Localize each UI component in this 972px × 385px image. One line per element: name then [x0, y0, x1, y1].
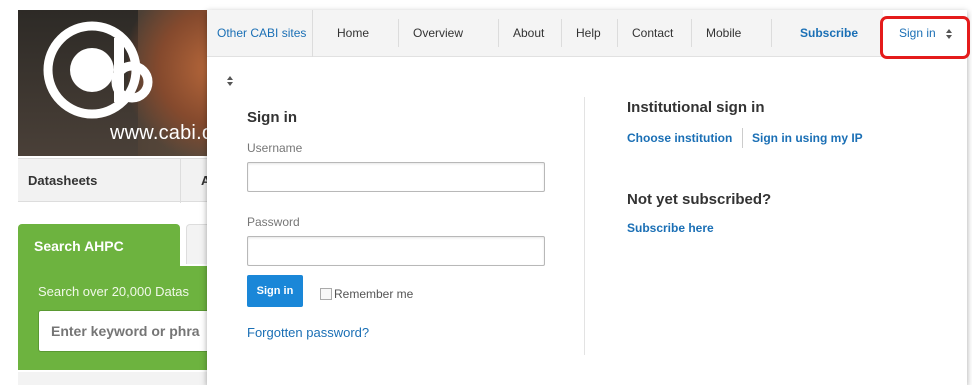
remember-me-checkbox[interactable]: [320, 288, 332, 300]
not-subscribed-title: Not yet subscribed?: [627, 191, 772, 208]
nav-home[interactable]: Home: [337, 10, 369, 57]
password-field[interactable]: [247, 236, 545, 266]
link-divider: [742, 128, 743, 148]
nav-divider: [691, 19, 692, 47]
nav-about[interactable]: About: [513, 10, 544, 57]
annotation-highlight-box: [880, 16, 970, 59]
signin-submit-button[interactable]: Sign in: [247, 275, 303, 307]
nav-subscribe[interactable]: Subscribe: [800, 10, 858, 57]
username-field[interactable]: [247, 162, 545, 192]
top-navigation: Other CABI sites Home Overview About Hel…: [207, 10, 967, 86]
nav-overview[interactable]: Overview: [413, 10, 463, 57]
signin-dropdown: Other CABI sites Home Overview About Hel…: [207, 10, 970, 385]
signin-title: Sign in: [247, 109, 297, 126]
search-tab[interactable]: Search AHPC: [18, 224, 180, 268]
remember-me-label: Remember me: [334, 287, 414, 301]
signin-by-ip-link[interactable]: Sign in using my IP: [752, 131, 863, 145]
forgotten-password-link[interactable]: Forgotten password?: [247, 325, 369, 340]
nav-divider: [398, 19, 399, 47]
nav-divider: [561, 19, 562, 47]
other-sites-label: Other CABI sites: [217, 26, 307, 40]
nav-mobile[interactable]: Mobile: [706, 10, 741, 57]
password-label: Password: [247, 215, 300, 229]
nav-divider: [771, 19, 772, 47]
remember-me-option[interactable]: Remember me: [320, 287, 413, 301]
search-description: Search over 20,000 Datas: [38, 284, 190, 299]
tab-datasheets[interactable]: Datasheets: [28, 173, 97, 188]
choose-institution-link[interactable]: Choose institution: [627, 131, 732, 145]
institutional-signin-title: Institutional sign in: [627, 99, 765, 116]
cabi-logo[interactable]: [40, 18, 160, 136]
nav-divider: [498, 19, 499, 47]
updown-arrows-icon: [227, 75, 233, 86]
panel-divider: [584, 97, 585, 355]
nav-contact[interactable]: Contact: [632, 10, 673, 57]
nav-divider: [617, 19, 618, 47]
nav-help[interactable]: Help: [576, 10, 601, 57]
username-label: Username: [247, 141, 303, 155]
tab-divider: [180, 159, 181, 203]
subscribe-here-link[interactable]: Subscribe here: [627, 221, 714, 235]
other-sites-select[interactable]: Other CABI sites: [207, 10, 313, 86]
